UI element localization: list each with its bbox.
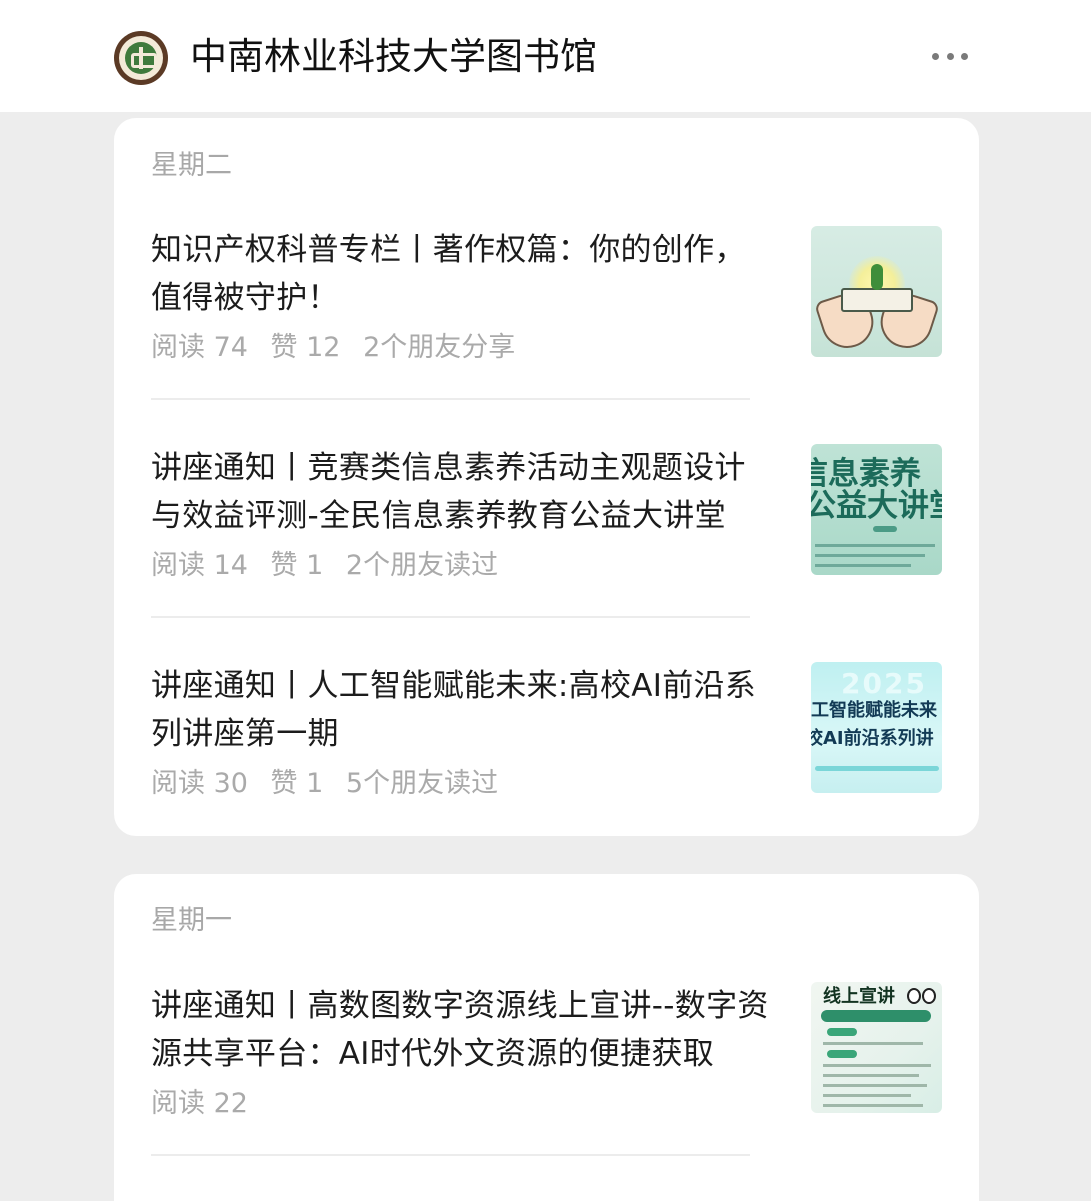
article-meta: 阅读 74 赞 12 2个朋友分享 <box>151 330 529 366</box>
article-meta: 阅读 14 赞 1 2个朋友读过 <box>151 548 512 584</box>
thumb-text: 公益大讲堂 <box>811 488 942 524</box>
article-meta: 阅读 22 <box>151 1086 262 1122</box>
thumb-text: 工智能赋能未来 <box>811 700 937 721</box>
thumb-text: 信息素养 <box>811 456 921 492</box>
article-thumbnail[interactable]: 信息素养 公益大讲堂 <box>811 444 942 575</box>
divider <box>151 1154 750 1156</box>
article-group-card: 星期二 知识产权科普专栏丨著作权篇：你的创作，值得被守护！ 阅读 74 赞 12… <box>114 118 979 836</box>
article-thumbnail[interactable]: 2025 工智能赋能未来 校AI前沿系列讲 <box>811 662 942 793</box>
article-item[interactable]: 讲座通知丨竞赛类信息素养活动主观题设计与效益评测-全民信息素养教育公益大讲堂 阅… <box>114 444 979 644</box>
more-dots-icon[interactable] <box>928 44 972 68</box>
read-count: 阅读 22 <box>151 1088 248 1119</box>
article-title[interactable]: 知识产权科普专栏丨著作权篇：你的创作，值得被守护！ <box>151 226 776 322</box>
like-count: 赞 12 <box>270 332 341 363</box>
divider <box>151 616 750 618</box>
article-title[interactable]: 讲座通知丨人工智能赋能未来:高校AI前沿系列讲座第一期 <box>151 662 776 758</box>
thumb-text: 线上宣讲 <box>823 986 895 1007</box>
friends-social: 2个朋友分享 <box>363 332 516 363</box>
group-day-label: 星期二 <box>151 150 232 181</box>
article-thumbnail[interactable] <box>811 226 942 357</box>
divider <box>151 398 750 400</box>
article-group-card: 星期一 讲座通知丨高数图数字资源线上宣讲--数字资源共享平台：AI时代外文资源的… <box>114 874 979 1201</box>
group-day-label: 星期一 <box>151 905 232 936</box>
article-item[interactable]: 知识产权科普专栏丨著作权篇：你的创作，值得被守护！ 阅读 74 赞 12 2个朋… <box>114 226 979 426</box>
article-title[interactable]: 讲座通知丨竞赛类信息素养活动主观题设计与效益评测-全民信息素养教育公益大讲堂 <box>151 444 776 540</box>
article-thumbnail[interactable]: 线上宣讲 <box>811 982 942 1113</box>
read-count: 阅读 30 <box>151 768 248 799</box>
article-item[interactable]: 讲座通知丨高数图数字资源线上宣讲--数字资源共享平台：AI时代外文资源的便捷获取… <box>114 982 979 1182</box>
read-count: 阅读 74 <box>151 332 248 363</box>
friends-social: 2个朋友读过 <box>345 550 499 581</box>
account-header: 中南林业科技大学图书馆 <box>0 0 1091 112</box>
book-icon <box>841 288 913 312</box>
friends-social: 5个朋友读过 <box>345 768 499 799</box>
article-title[interactable]: 讲座通知丨高数图数字资源线上宣讲--数字资源共享平台：AI时代外文资源的便捷获取 <box>151 982 776 1078</box>
like-count: 赞 1 <box>270 768 324 799</box>
university-seal-logo-icon[interactable] <box>114 31 168 85</box>
like-count: 赞 1 <box>270 550 324 581</box>
account-name[interactable]: 中南林业科技大学图书馆 <box>190 33 597 81</box>
thumb-text: 校AI前沿系列讲 <box>811 728 934 749</box>
thumb-text: 2025 <box>841 667 927 700</box>
eyes-icon <box>907 988 939 1006</box>
article-meta: 阅读 30 赞 1 5个朋友读过 <box>151 766 512 802</box>
article-item[interactable]: 讲座通知丨人工智能赋能未来:高校AI前沿系列讲座第一期 阅读 30 赞 1 5个… <box>114 662 979 836</box>
sprout-icon <box>871 264 883 290</box>
read-count: 阅读 14 <box>151 550 248 581</box>
